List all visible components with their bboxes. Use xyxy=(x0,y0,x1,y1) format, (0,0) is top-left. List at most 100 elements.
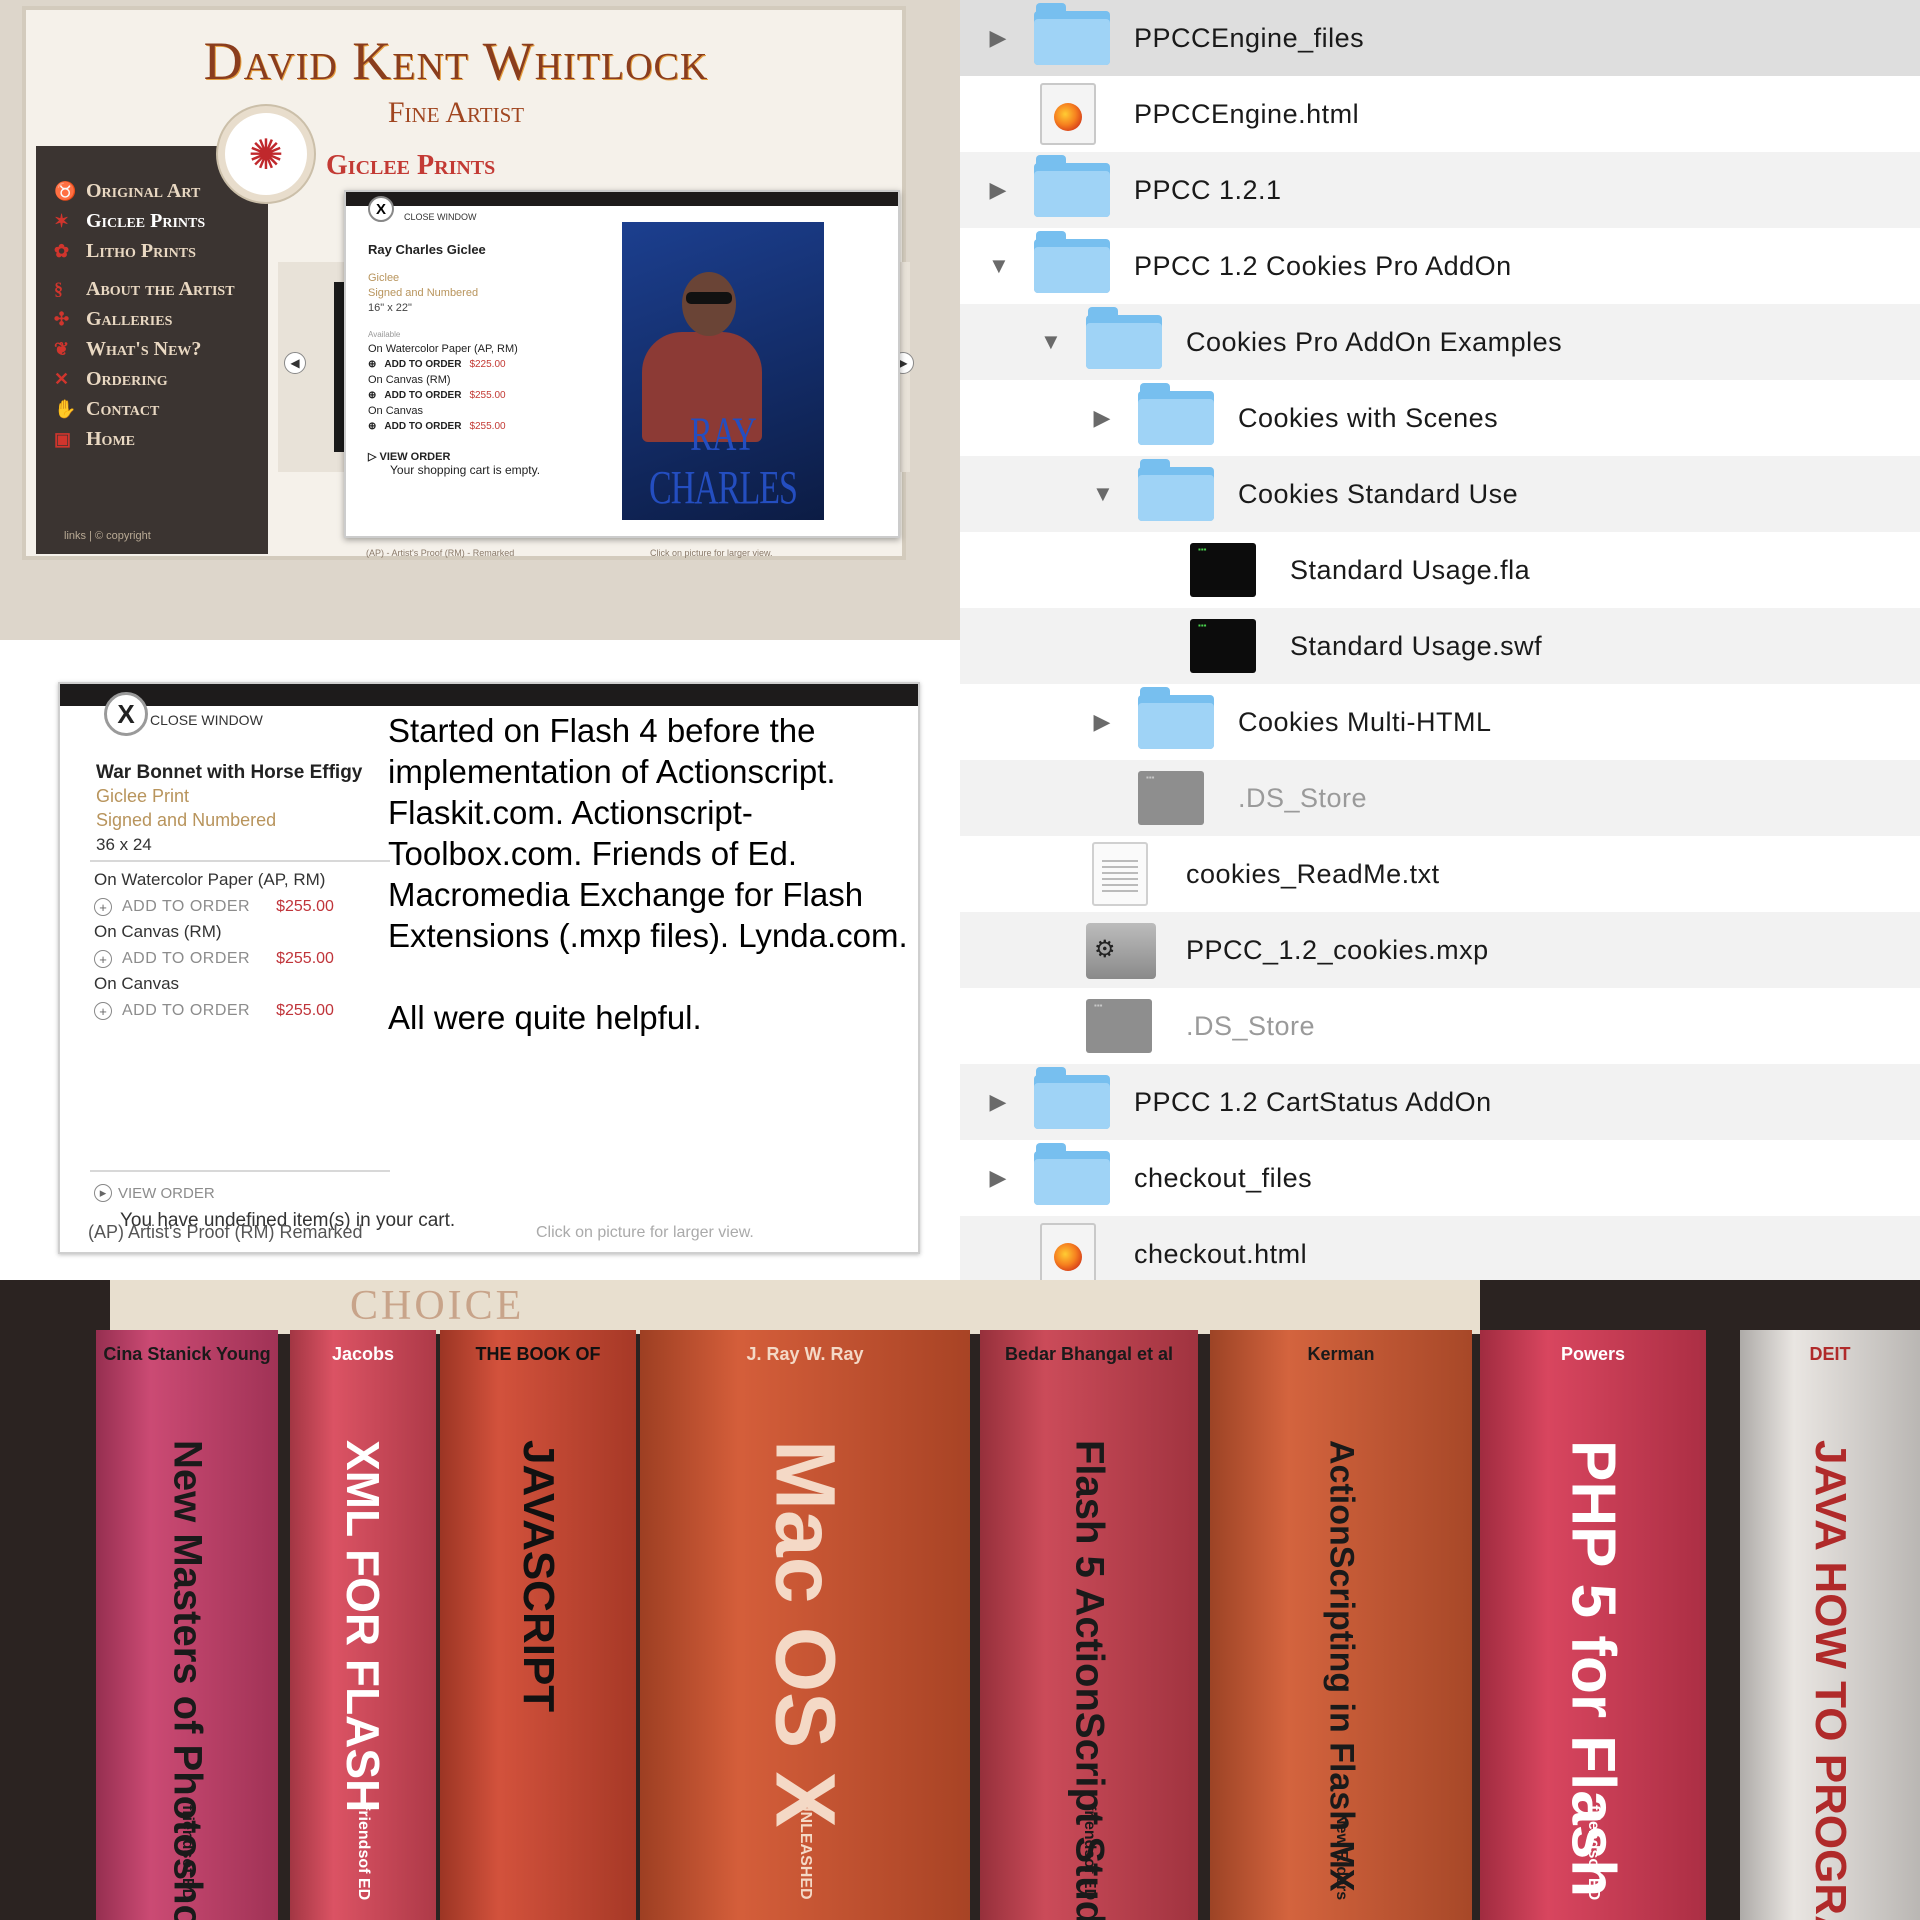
nav-item[interactable]: ✿ Litho Prints xyxy=(36,236,268,266)
option-name: On Canvas xyxy=(368,405,424,417)
add-to-order-label: ADD TO ORDER xyxy=(122,898,251,915)
option-item: On Canvas + ADD TO ORDER $255.00 xyxy=(94,974,384,1032)
view-order-link[interactable]: ▷ VIEW ORDER xyxy=(368,450,578,463)
file-name: PPCC 1.2 CartStatus AddOn xyxy=(1134,1086,1492,1117)
file-name: PPCC 1.2 Cookies Pro AddOn xyxy=(1134,250,1512,281)
close-icon[interactable]: X xyxy=(368,196,394,222)
book-title: Mac OS X xyxy=(758,1440,853,1828)
close-window-label[interactable]: CLOSE WINDOW xyxy=(150,712,263,728)
file-name: .DS_Store xyxy=(1186,1010,1316,1041)
popup-details: Ray Charles Giclee Giclee Signed and Num… xyxy=(368,242,578,477)
add-to-order-label: ADD TO ORDER xyxy=(384,390,462,401)
nav-item[interactable]: ✣ Galleries xyxy=(36,304,268,334)
portrait-head xyxy=(682,272,736,336)
finder-row[interactable]: PPCCEngine.html xyxy=(960,76,1920,152)
add-to-order-button[interactable]: ⊕ ADD TO ORDER $255.00 xyxy=(368,421,578,432)
popup-hint: Click on picture for larger view. xyxy=(650,548,773,558)
close-window-label[interactable]: CLOSE WINDOW xyxy=(404,212,477,222)
divider xyxy=(90,860,390,862)
nav-bullet-icon: ✋ xyxy=(54,398,77,419)
finder-row[interactable]: cookies_ReadMe.txt xyxy=(960,836,1920,912)
disclosure-open-icon[interactable]: ▼ xyxy=(1092,481,1114,507)
cart-status: Your shopping cart is empty. xyxy=(390,463,541,477)
disclosure-open-icon[interactable]: ▼ xyxy=(1040,329,1062,355)
collage: David Kent Whitlock Fine Artist ♉ Origina… xyxy=(0,0,1920,1920)
product-size: 36 x 24 xyxy=(96,835,152,854)
plus-icon: ⊕ xyxy=(368,421,377,432)
file-name: Standard Usage.swf xyxy=(1290,630,1543,661)
disclosure-closed-icon[interactable]: ▶ xyxy=(988,1165,1008,1191)
book-spine: DEIT JAVA HOW TO PROGRAM xyxy=(1740,1330,1920,1920)
view-order-label: VIEW ORDER xyxy=(379,451,451,463)
add-to-order-button[interactable]: + ADD TO ORDER $255.00 xyxy=(94,898,384,916)
add-to-order-label: ADD TO ORDER xyxy=(122,1002,251,1019)
text-file-icon xyxy=(1092,842,1148,906)
book-spine: Jacobs XML FOR FLASH friendsof ED xyxy=(290,1330,436,1920)
finder-row[interactable]: ▼ Cookies Standard Use xyxy=(960,456,1920,532)
disclosure-open-icon[interactable]: ▼ xyxy=(988,253,1010,279)
strip-prev-arrow-icon[interactable]: ◀ xyxy=(284,352,306,374)
book-publisher: friendsof ED xyxy=(355,1804,372,1900)
finder-row[interactable]: ▶ Cookies with Scenes xyxy=(960,380,1920,456)
finder-row[interactable]: ▶ checkout_files xyxy=(960,1140,1920,1216)
disclosure-closed-icon[interactable]: ▶ xyxy=(988,25,1008,51)
product-image[interactable]: RAY CHARLES xyxy=(622,222,824,520)
site-title: David Kent Whitlock xyxy=(203,31,709,91)
product-signed: Signed and Numbered xyxy=(96,810,277,830)
finder-row[interactable]: ▼ PPCC 1.2 Cookies Pro AddOn xyxy=(960,228,1920,304)
finder-row[interactable]: ▶ PPCCEngine_files xyxy=(960,0,1920,76)
nav-item[interactable]: ✶ Giclee Prints xyxy=(36,206,268,236)
popup-hint: Click on picture for larger view. xyxy=(536,1224,754,1241)
product-title: War Bonnet with Horse Effigy xyxy=(96,762,363,783)
close-icon[interactable]: X xyxy=(104,692,148,736)
site-logo-icon[interactable]: ✺ xyxy=(218,106,314,202)
book-author: Cina Stanick Young xyxy=(103,1344,271,1364)
product-popup: X CLOSE WINDOW Ray Charles Giclee Giclee… xyxy=(344,190,900,538)
option-name: On Canvas (RM) xyxy=(94,922,222,941)
view-order-link[interactable]: ▸ VIEW ORDER xyxy=(94,1184,215,1202)
add-to-order-button[interactable]: ⊕ ADD TO ORDER $225.00 xyxy=(368,359,578,370)
file-icon xyxy=(1086,999,1152,1053)
add-to-order-button[interactable]: + ADD TO ORDER $255.00 xyxy=(94,950,384,968)
finder-row[interactable]: Standard Usage.swf xyxy=(960,608,1920,684)
finder-row[interactable]: .DS_Store xyxy=(960,760,1920,836)
site-footer[interactable]: links | © copyright xyxy=(64,530,151,542)
finder-row[interactable]: Standard Usage.fla xyxy=(960,532,1920,608)
book-publisher: UNLEASHED xyxy=(797,1800,814,1900)
option-list: On Watercolor Paper (AP, RM) ⊕ ADD TO ORDE… xyxy=(368,343,578,432)
nav-item[interactable]: ✕ Ordering xyxy=(36,364,268,394)
nav-item-label: Ordering xyxy=(86,367,168,390)
option-price: $255.00 xyxy=(276,898,334,915)
nav-bullet-icon: ✶ xyxy=(54,210,70,231)
option-name: On Watercolor Paper (AP, RM) xyxy=(368,343,518,355)
nav-item-label: Giclee Prints xyxy=(86,209,206,232)
book-spine: Powers PHP 5 for Flash friendsof ED xyxy=(1480,1330,1706,1920)
finder-row[interactable]: ▶ PPCC 1.2.1 xyxy=(960,152,1920,228)
finder-row[interactable]: ▶ Cookies Multi-HTML xyxy=(960,684,1920,760)
finder-row[interactable]: ▶ PPCC 1.2 CartStatus AddOn xyxy=(960,1064,1920,1140)
nav-item[interactable]: ✋ Contact xyxy=(36,394,268,424)
disclosure-closed-icon[interactable]: ▶ xyxy=(988,1089,1008,1115)
finder-file-list: ▶ PPCCEngine_files PPCCEngine.html ▶ PPCC 1.… xyxy=(960,0,1920,1280)
nav-bullet-icon: ♉ xyxy=(54,180,77,201)
disclosure-closed-icon[interactable]: ▶ xyxy=(1092,405,1112,431)
section-heading: Giclee Prints xyxy=(326,150,496,181)
divider xyxy=(90,1170,390,1172)
book-publisher: friendsof ED xyxy=(1081,1804,1098,1900)
nav-item[interactable]: ▣ Home xyxy=(36,424,268,454)
finder-row[interactable]: ▼ Cookies Pro AddOn Examples xyxy=(960,304,1920,380)
nav-item[interactable]: § About the Artist xyxy=(36,274,268,304)
add-to-order-button[interactable]: + ADD TO ORDER $255.00 xyxy=(94,1002,384,1020)
disclosure-closed-icon[interactable]: ▶ xyxy=(988,177,1008,203)
option-item: On Watercolor Paper (AP, RM) ⊕ ADD TO ORDE… xyxy=(368,343,578,370)
nav-item[interactable]: ❦ What's New? xyxy=(36,334,268,364)
book-spine: Cina Stanick Young New Masters of Photosh… xyxy=(96,1330,278,1920)
finder-row[interactable]: checkout.html xyxy=(960,1216,1920,1280)
finder-row[interactable]: .DS_Store xyxy=(960,988,1920,1064)
folder-icon xyxy=(1138,687,1214,749)
nav-item-label: Contact xyxy=(86,397,160,420)
finder-row[interactable]: PPCC_1.2_cookies.mxp xyxy=(960,912,1920,988)
disclosure-closed-icon[interactable]: ▶ xyxy=(1092,709,1112,735)
add-to-order-button[interactable]: ⊕ ADD TO ORDER $255.00 xyxy=(368,390,578,401)
plus-icon: + xyxy=(94,898,112,916)
